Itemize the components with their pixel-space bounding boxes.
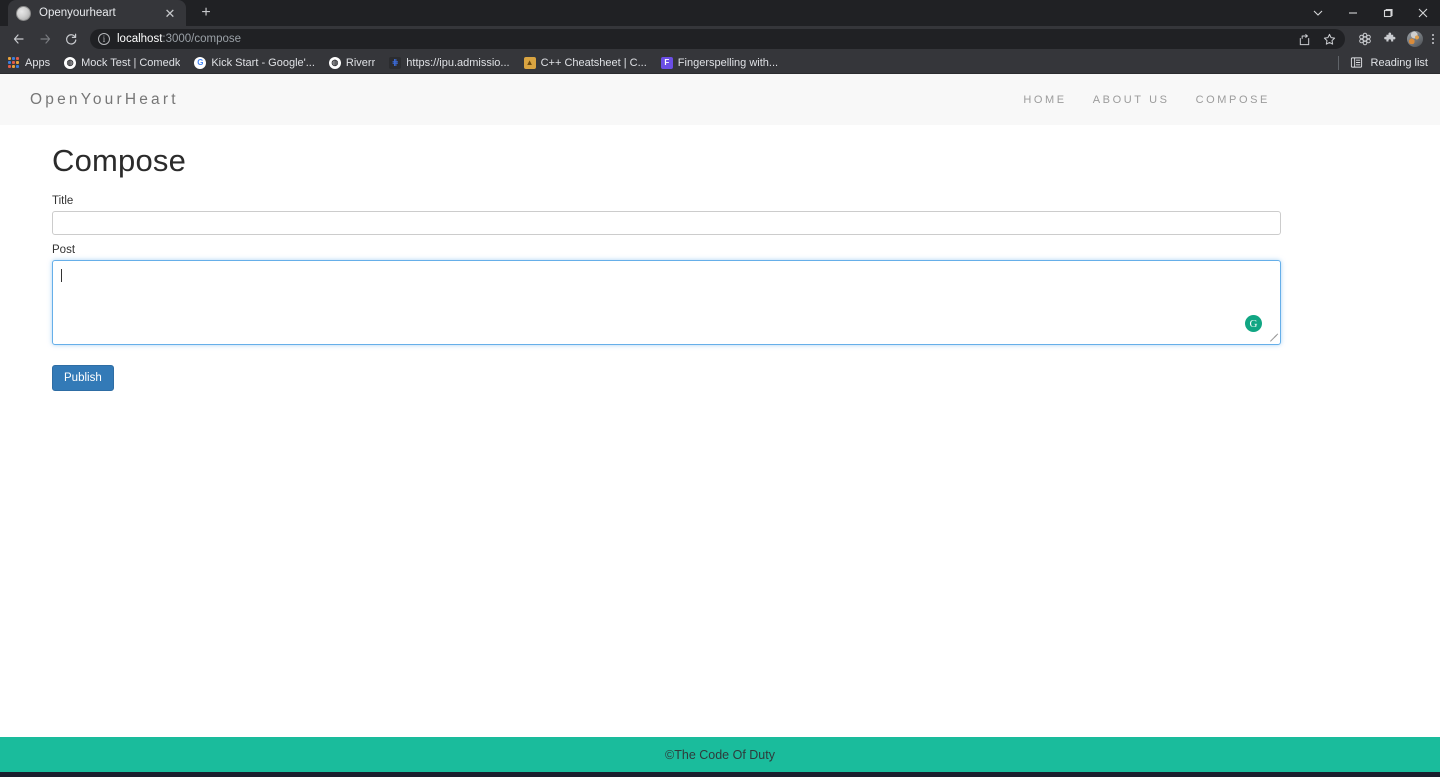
bookmark-cpp-cheatsheet[interactable]: ▲ C++ Cheatsheet | C... (523, 56, 647, 69)
reading-list-label: Reading list (1370, 56, 1428, 69)
tab-strip: Openyourheart ✕ + (0, 0, 1440, 26)
bookmark-label: Apps (25, 56, 51, 69)
bookmark-apps[interactable]: Apps (8, 56, 51, 69)
site-info-icon[interactable]: i (98, 33, 110, 45)
footer-bar: ©The Code Of Duty (0, 737, 1440, 772)
menu-icon[interactable] (1432, 34, 1434, 44)
bookmark-label: Mock Test | Comedk (81, 56, 181, 69)
bookmark-ipu[interactable]: ⋕ https://ipu.admissio... (389, 56, 510, 69)
main-content: Compose Title Post G Publish (0, 125, 1440, 391)
bookmark-kick-start[interactable]: G Kick Start - Google'... (194, 56, 315, 69)
tab-search-icon[interactable] (1300, 0, 1335, 26)
site-footer: ©The Code Of Duty (0, 737, 1440, 777)
tab-title: Openyourheart (39, 7, 116, 19)
forward-icon[interactable] (32, 27, 58, 51)
address-text: localhost:3000/compose (117, 33, 241, 45)
extensions-icon[interactable] (1382, 31, 1398, 47)
new-tab-button[interactable]: + (192, 0, 220, 26)
post-field-label: Post (52, 244, 76, 256)
site-navigation: HOME ABOUT US COMPOSE (1023, 94, 1410, 106)
bookmark-label: https://ipu.admissio... (406, 56, 510, 69)
browser-window: Openyourheart ✕ + i localhost:3000/compo… (0, 0, 1440, 777)
bookmark-mock-test[interactable]: ◍ Mock Test | Comedk (64, 56, 181, 69)
close-window-icon[interactable] (1405, 0, 1440, 26)
bookmark-label: Kick Start - Google'... (211, 56, 315, 69)
star-icon[interactable] (1321, 31, 1337, 47)
nav-item-about-us[interactable]: ABOUT US (1093, 94, 1170, 106)
globe-icon: ◍ (328, 56, 341, 69)
reload-icon[interactable] (58, 27, 84, 51)
post-field-wrapper: G (52, 260, 1281, 345)
post-textarea[interactable] (52, 260, 1281, 345)
share-icon[interactable] (1296, 31, 1312, 47)
site-brand[interactable]: OpenYourHeart (30, 91, 179, 109)
grammarly-icon[interactable]: G (1245, 315, 1262, 332)
browser-tab-openyourheart[interactable]: Openyourheart ✕ (8, 0, 186, 26)
reading-list-button[interactable]: Reading list (1337, 55, 1432, 71)
text-cursor (61, 269, 62, 282)
footer-text: ©The Code Of Duty (665, 747, 775, 762)
nav-item-compose[interactable]: COMPOSE (1196, 94, 1270, 106)
close-icon[interactable]: ✕ (162, 7, 178, 20)
globe-icon (16, 5, 31, 21)
bookmark-label: Fingerspelling with... (677, 56, 779, 69)
profile-avatar[interactable] (1407, 31, 1423, 47)
bookmark-label: C++ Cheatsheet | C... (540, 56, 647, 69)
title-input[interactable] (52, 211, 1281, 235)
settings-icon[interactable] (1357, 31, 1373, 47)
title-field-label: Title (52, 195, 74, 207)
maximize-icon[interactable] (1370, 0, 1405, 26)
address-path: :3000/compose (162, 33, 242, 45)
toolbar-actions (1351, 31, 1434, 47)
browser-toolbar: i localhost:3000/compose (0, 26, 1440, 52)
minimize-icon[interactable] (1335, 0, 1370, 26)
apps-grid-icon (8, 56, 20, 69)
divider (1337, 55, 1339, 70)
omnibox-actions (1296, 31, 1337, 47)
reading-list-icon (1349, 55, 1365, 71)
ipu-icon: ⋕ (389, 56, 402, 69)
publish-button[interactable]: Publish (52, 365, 114, 391)
window-controls (1300, 0, 1440, 26)
globe-icon: ◍ (64, 56, 77, 69)
bookmark-label: Riverr (345, 56, 376, 69)
bookmark-fingerspelling[interactable]: F Fingerspelling with... (660, 56, 779, 69)
address-bar[interactable]: i localhost:3000/compose (90, 29, 1345, 49)
site-header: OpenYourHeart HOME ABOUT US COMPOSE (0, 74, 1440, 125)
nav-item-home[interactable]: HOME (1023, 94, 1066, 106)
google-icon: G (194, 56, 207, 69)
cpp-icon: ▲ (523, 56, 536, 69)
address-host: localhost (117, 33, 163, 45)
page-title: Compose (52, 143, 187, 178)
page-viewport: OpenYourHeart HOME ABOUT US COMPOSE Comp… (0, 74, 1440, 777)
footer-bottom-strip (0, 772, 1440, 777)
bookmark-riverr[interactable]: ◍ Riverr (328, 56, 376, 69)
f-icon: F (660, 56, 673, 69)
back-icon[interactable] (6, 27, 32, 51)
bookmarks-bar: Apps ◍ Mock Test | Comedk G Kick Start -… (0, 52, 1440, 74)
